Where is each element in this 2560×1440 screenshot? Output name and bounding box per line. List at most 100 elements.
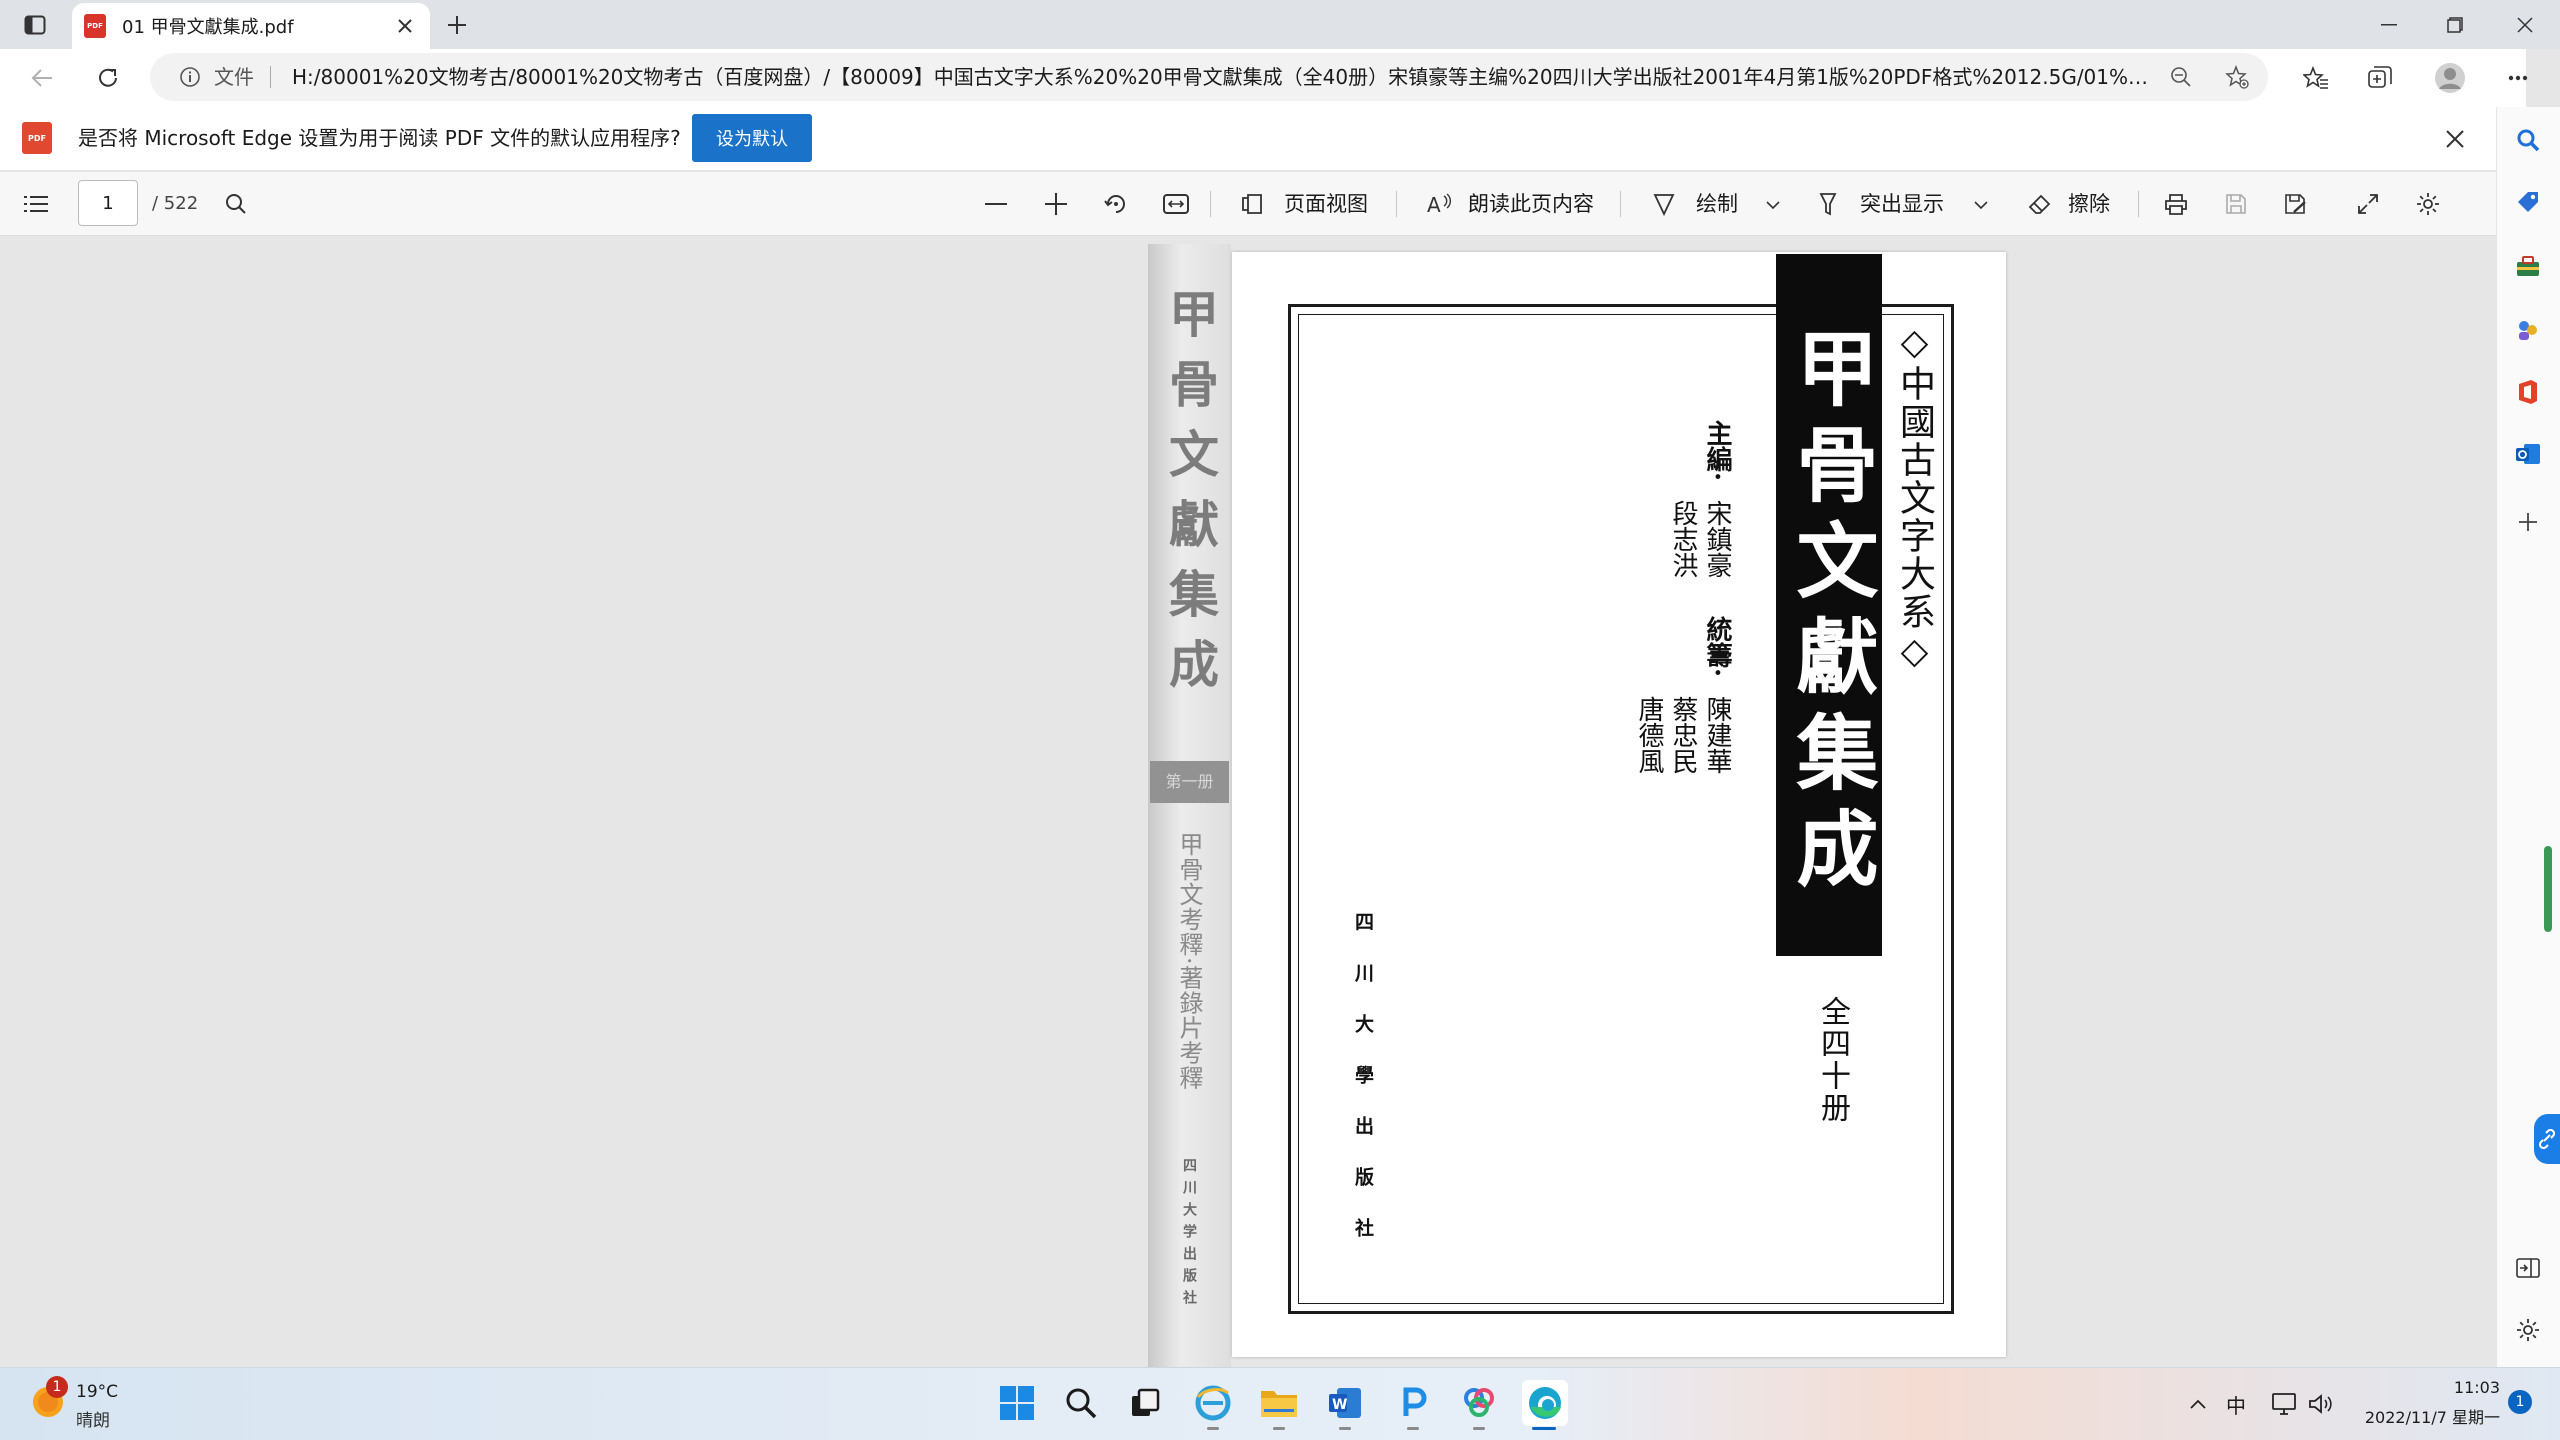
spine-title: 甲骨文獻集成: [1161, 288, 1220, 708]
photos-app-icon[interactable]: [1456, 1380, 1502, 1426]
infobar-message: 是否将 Microsoft Edge 设置为用于阅读 PDF 文件的默认应用程序…: [78, 126, 681, 150]
coordinator-name: 蔡忠民: [1668, 696, 1698, 774]
sidebar-settings-icon[interactable]: [2510, 1312, 2546, 1348]
coordinator-name: 陳建華: [1702, 696, 1732, 774]
refresh-icon[interactable]: [90, 60, 126, 96]
erase-label[interactable]: 擦除: [2068, 188, 2110, 218]
notification-badge[interactable]: 1: [2508, 1390, 2532, 1414]
page-view-label[interactable]: 页面视图: [1284, 188, 1368, 218]
rotate-icon[interactable]: [1100, 188, 1132, 220]
more-menu-icon[interactable]: [2500, 60, 2536, 96]
fit-to-width-icon[interactable]: [1160, 188, 1192, 220]
profile-avatar-icon[interactable]: [2430, 58, 2470, 98]
sidebar-outlook-icon[interactable]: [2510, 436, 2546, 472]
volume-icon[interactable]: [2306, 1390, 2336, 1418]
spine-publisher: 四川大学出版社: [1181, 1158, 1197, 1312]
minimize-icon[interactable]: [2372, 8, 2406, 42]
edge-sidebar: [2496, 107, 2560, 1367]
pdf-reader-icon[interactable]: [1390, 1380, 1436, 1426]
info-icon[interactable]: [176, 63, 204, 91]
zoom-out-icon[interactable]: [980, 188, 1012, 220]
tab-close-icon[interactable]: [392, 13, 418, 39]
tray-chevron-up-icon[interactable]: [2186, 1392, 2210, 1416]
address-url[interactable]: H:/80001%20文物考古/80001%20文物考古（百度网盘）/【8000…: [292, 60, 2152, 94]
pdf-reader-running-indicator: [1407, 1427, 1419, 1430]
find-icon[interactable]: [220, 188, 252, 220]
set-default-button[interactable]: 设为默认: [692, 114, 812, 162]
sidebar-add-icon[interactable]: [2510, 504, 2546, 540]
sidebar-hide-icon[interactable]: [2510, 1250, 2546, 1286]
coordinator-name: 唐德風: [1634, 696, 1664, 774]
highlight-chevron-down-icon[interactable]: [1968, 192, 1994, 218]
file-explorer-icon[interactable]: [1256, 1380, 1302, 1426]
toolbar-divider: [1396, 191, 1397, 217]
save-icon[interactable]: [2220, 188, 2252, 220]
sidebar-shopping-icon[interactable]: [2510, 184, 2546, 220]
explorer-running-indicator: [1273, 1427, 1285, 1430]
ie-browser-icon[interactable]: [1190, 1380, 1236, 1426]
editor-name: 宋鎮豪: [1702, 500, 1732, 578]
edge-taskbar-icon[interactable]: [1522, 1380, 1568, 1426]
edge-active-indicator: [1532, 1427, 1556, 1430]
toolbar-divider: [1620, 191, 1621, 217]
draw-icon[interactable]: [1648, 188, 1680, 220]
maximize-icon[interactable]: [2438, 8, 2472, 42]
highlight-icon[interactable]: [1812, 188, 1844, 220]
pdf-file-icon: PDF: [84, 14, 106, 38]
close-window-icon[interactable]: [2508, 8, 2542, 42]
page-publisher: 四川大學出版社: [1352, 912, 1374, 1269]
pdf-settings-icon[interactable]: [2412, 188, 2444, 220]
sidebar-search-icon[interactable]: [2510, 122, 2546, 158]
start-icon[interactable]: [994, 1380, 1040, 1426]
weather-condition[interactable]: 晴朗: [76, 1406, 110, 1431]
floating-link-icon[interactable]: [2534, 1114, 2560, 1164]
read-aloud-icon[interactable]: A: [1424, 188, 1456, 220]
draw-chevron-down-icon[interactable]: [1760, 192, 1786, 218]
fullscreen-icon[interactable]: [2352, 188, 2384, 220]
word-icon[interactable]: W: [1322, 1380, 1368, 1426]
spine-volume: 第一册: [1150, 761, 1229, 803]
eraser-icon[interactable]: [2024, 188, 2056, 220]
highlight-label[interactable]: 突出显示: [1860, 188, 1944, 218]
back-icon[interactable]: [24, 60, 60, 96]
clock-time[interactable]: 11:03: [2350, 1378, 2500, 1397]
editor-name: 段志洪: [1668, 500, 1698, 578]
new-tab-icon[interactable]: [440, 8, 474, 42]
editor-label: 主編·: [1702, 420, 1732, 482]
tab-actions-icon[interactable]: [20, 11, 50, 39]
coordinator-label: 統籌·: [1702, 616, 1732, 678]
read-aloud-label[interactable]: 朗读此页内容: [1468, 188, 1594, 218]
side-scroll-indicator: [2544, 846, 2552, 932]
search-icon[interactable]: [1058, 1380, 1104, 1426]
weather-temperature[interactable]: 19°C: [76, 1382, 118, 1402]
contents-icon[interactable]: [20, 190, 52, 218]
total-pages: / 522: [152, 193, 199, 214]
tab-title: 01 甲骨文獻集成.pdf: [122, 17, 294, 38]
collections-icon[interactable]: [2362, 60, 2398, 96]
infobar-close-icon[interactable]: [2438, 122, 2472, 156]
sidebar-games-icon[interactable]: [2510, 312, 2546, 348]
network-icon[interactable]: [2270, 1390, 2300, 1418]
toolbar-divider: [1210, 191, 1211, 217]
draw-label[interactable]: 绘制: [1696, 188, 1738, 218]
ime-indicator[interactable]: 中: [2226, 1390, 2246, 1419]
svg-text:A: A: [1427, 193, 1441, 215]
zoom-in-icon[interactable]: [1040, 188, 1072, 220]
sidebar-tools-icon[interactable]: [2510, 248, 2546, 284]
clock-date[interactable]: 2022/11/7 星期一: [2350, 1404, 2500, 1428]
add-favorite-icon[interactable]: [2222, 62, 2252, 92]
zoom-out-page-icon[interactable]: [2166, 62, 2196, 92]
spine-subtitle: 甲骨文考釋·著錄片考釋: [1175, 832, 1203, 1091]
print-icon[interactable]: [2160, 188, 2192, 220]
sidebar-office-icon[interactable]: [2510, 374, 2546, 410]
volume-count: 全四十册: [1815, 996, 1850, 1124]
ie-running-indicator: [1207, 1427, 1219, 1430]
photos-running-indicator: [1473, 1427, 1485, 1430]
book-title: 甲骨文獻集成: [1782, 326, 1878, 902]
task-view-icon[interactable]: [1122, 1380, 1168, 1426]
save-as-icon[interactable]: [2280, 188, 2312, 220]
page-view-icon[interactable]: [1236, 188, 1268, 220]
tab-pdf[interactable]: PDF 01 甲骨文獻集成.pdf: [72, 3, 430, 49]
page-number-input[interactable]: 1: [78, 180, 138, 226]
favorites-icon[interactable]: [2298, 60, 2334, 96]
